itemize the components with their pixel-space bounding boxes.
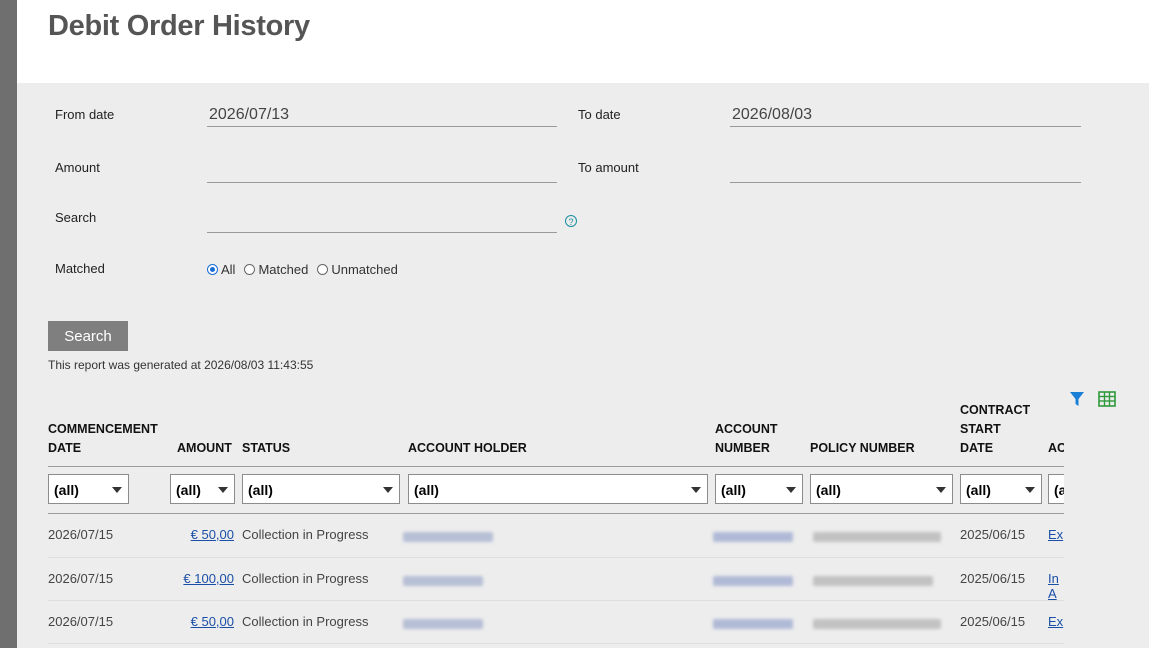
cell-status: Collection in Progress bbox=[242, 614, 369, 629]
header-account-number[interactable]: ACCOUNT NUMBER bbox=[715, 420, 778, 458]
radio-label: All bbox=[221, 262, 236, 277]
redacted-account-number bbox=[713, 532, 793, 542]
search-button[interactable]: Search bbox=[48, 321, 128, 351]
redacted-account-number bbox=[713, 619, 793, 629]
chevron-down-icon bbox=[786, 487, 796, 493]
filter-select-account-number[interactable]: (all) bbox=[715, 474, 803, 504]
matched-label: Matched bbox=[55, 261, 105, 276]
filter-select-account-holder[interactable]: (all) bbox=[408, 474, 708, 504]
header-status[interactable]: STATUS bbox=[242, 439, 290, 458]
search-input[interactable] bbox=[207, 211, 557, 233]
left-sidebar-strip bbox=[0, 0, 17, 648]
redacted-account-holder bbox=[403, 619, 483, 629]
filter-select-policy-number[interactable]: (all) bbox=[810, 474, 953, 504]
report-panel: From date To date Amount To amount Searc… bbox=[17, 83, 1149, 648]
amount-label: Amount bbox=[55, 160, 100, 175]
to-date-input[interactable] bbox=[730, 105, 1081, 127]
filter-select-amount[interactable]: (all) bbox=[170, 474, 235, 504]
header-account-holder[interactable]: ACCOUNT HOLDER bbox=[408, 439, 527, 458]
amount-link[interactable]: € 50,00 bbox=[164, 527, 234, 542]
cell-status: Collection in Progress bbox=[242, 527, 369, 542]
cell-commencement-date: 2026/07/15 bbox=[48, 571, 114, 586]
debit-order-table: COMMENCEMENT DATE AMOUNT STATUS ACCOUNT H… bbox=[48, 383, 1064, 648]
row-divider bbox=[48, 600, 1064, 601]
header-policy-number[interactable]: POLICY NUMBER bbox=[810, 439, 915, 458]
amount-link[interactable]: € 100,00 bbox=[164, 571, 234, 586]
header-action[interactable]: AC bbox=[1048, 439, 1064, 458]
filter-select-status[interactable]: (all) bbox=[242, 474, 400, 504]
chevron-down-icon bbox=[218, 487, 228, 493]
redacted-account-holder bbox=[403, 532, 493, 542]
chevron-down-icon bbox=[383, 487, 393, 493]
chevron-down-icon bbox=[1025, 487, 1035, 493]
radio-button[interactable] bbox=[317, 264, 329, 275]
redacted-account-holder bbox=[403, 576, 483, 586]
cell-contract-start-date: 2025/06/15 bbox=[960, 527, 1026, 542]
filter-select-action[interactable]: (all) bbox=[1048, 474, 1064, 504]
header-commencement-date[interactable]: COMMENCEMENT DATE bbox=[48, 420, 158, 458]
from-date-label: From date bbox=[55, 107, 115, 122]
question-circle-icon[interactable]: ? bbox=[565, 215, 577, 227]
action-link[interactable]: Ex bbox=[1048, 527, 1063, 542]
header-amount[interactable]: AMOUNT bbox=[177, 439, 232, 458]
radio-label: Matched bbox=[258, 262, 309, 277]
cell-contract-start-date: 2025/06/15 bbox=[960, 571, 1026, 586]
action-link[interactable]: In A bbox=[1048, 571, 1064, 601]
amount-input[interactable] bbox=[207, 161, 557, 183]
filter-select-contract-start-date[interactable]: (all) bbox=[960, 474, 1042, 504]
radio-matched[interactable]: Matched bbox=[244, 262, 308, 277]
radio-unmatched[interactable]: Unmatched bbox=[317, 262, 398, 277]
header-divider bbox=[48, 466, 1064, 467]
cell-status: Collection in Progress bbox=[242, 571, 369, 586]
radio-button[interactable] bbox=[244, 264, 256, 275]
redacted-account-number bbox=[713, 576, 793, 586]
matched-radio-group: All Matched Unmatched bbox=[207, 262, 407, 277]
from-date-input[interactable] bbox=[207, 105, 557, 127]
filter-select-commencement-date[interactable]: (all) bbox=[48, 474, 129, 504]
chevron-down-icon bbox=[936, 487, 946, 493]
row-divider bbox=[48, 557, 1064, 558]
chevron-down-icon bbox=[112, 487, 122, 493]
redacted-policy-number bbox=[813, 619, 941, 629]
to-date-label: To date bbox=[578, 107, 621, 122]
cell-commencement-date: 2026/07/15 bbox=[48, 527, 114, 542]
filter-divider bbox=[48, 513, 1064, 514]
page-header: Debit Order History bbox=[17, 0, 1149, 83]
radio-label: Unmatched bbox=[331, 262, 398, 277]
cell-contract-start-date: 2025/06/15 bbox=[960, 614, 1026, 629]
spreadsheet-icon[interactable] bbox=[1098, 391, 1116, 407]
chevron-down-icon bbox=[691, 487, 701, 493]
header-contract-start-date[interactable]: CONTRACT START DATE bbox=[960, 401, 1030, 458]
radio-button[interactable] bbox=[207, 264, 218, 275]
page-title: Debit Order History bbox=[48, 10, 310, 42]
cell-commencement-date: 2026/07/15 bbox=[48, 614, 114, 629]
to-amount-input[interactable] bbox=[730, 161, 1081, 183]
row-divider bbox=[48, 643, 1064, 644]
radio-all[interactable]: All bbox=[207, 262, 235, 277]
filter-icon[interactable] bbox=[1069, 391, 1085, 407]
search-label: Search bbox=[55, 210, 97, 225]
action-link[interactable]: Ex bbox=[1048, 614, 1063, 629]
report-generated-text: This report was generated at 2026/08/03 … bbox=[48, 358, 314, 372]
to-amount-label: To amount bbox=[578, 160, 639, 175]
redacted-policy-number bbox=[813, 576, 933, 586]
redacted-policy-number bbox=[813, 532, 941, 542]
amount-link[interactable]: € 50,00 bbox=[164, 614, 234, 629]
